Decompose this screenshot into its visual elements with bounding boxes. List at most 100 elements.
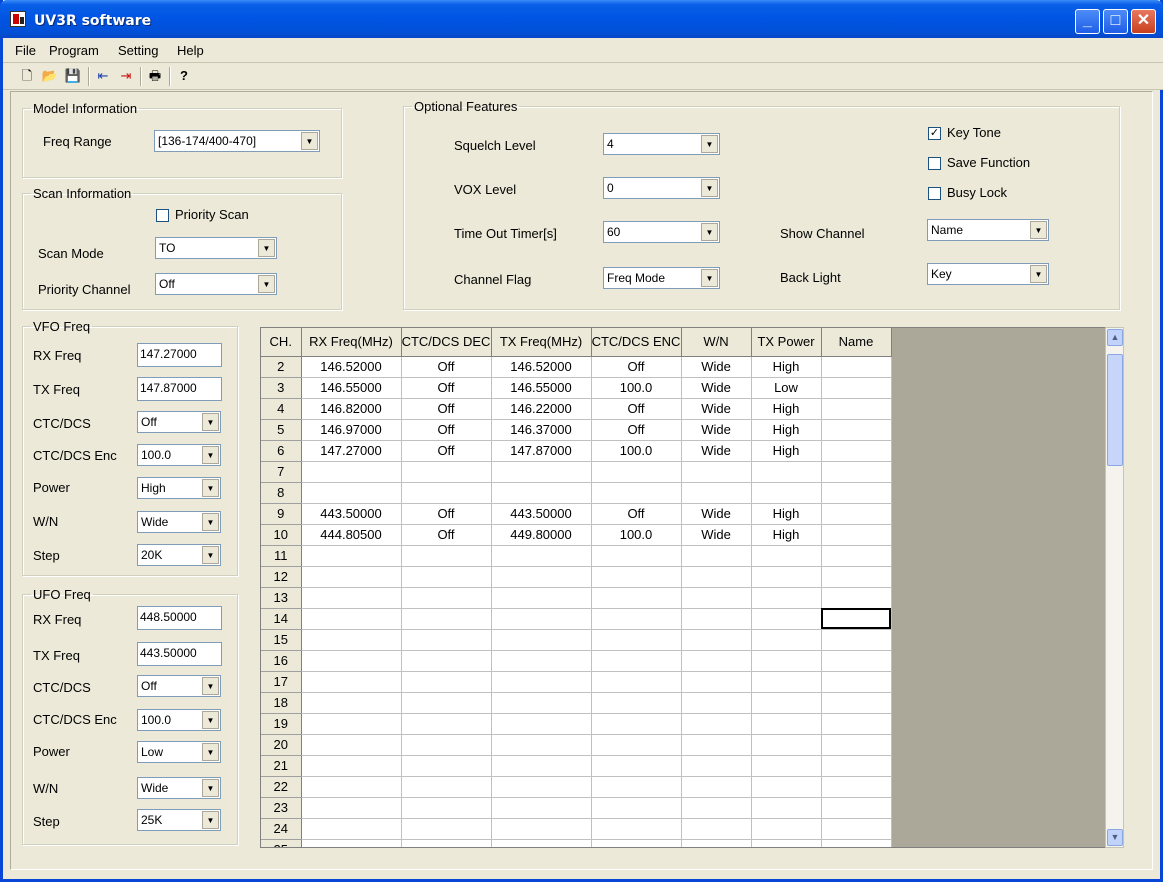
table-cell[interactable] [301,755,402,777]
table-cell[interactable] [491,650,592,672]
back-light-select[interactable]: Key ▼ [927,263,1049,285]
table-cell[interactable] [821,503,892,525]
table-cell[interactable] [821,839,892,847]
table-cell[interactable]: 443.50000 [301,503,402,525]
row-header-channel[interactable]: 24 [261,818,302,840]
close-button[interactable]: ✕ [1131,9,1156,34]
table-row[interactable]: 20 [261,734,892,756]
table-cell[interactable] [591,461,682,483]
row-header-channel[interactable]: 8 [261,482,302,504]
table-cell[interactable] [821,356,892,378]
table-cell[interactable] [681,692,752,714]
table-cell[interactable] [751,839,822,847]
scrollbar-thumb[interactable] [1107,354,1123,466]
save-icon[interactable]: 💾 [64,67,82,85]
table-cell[interactable]: 100.0 [591,524,682,546]
table-cell[interactable] [681,545,752,567]
ufo-power-select[interactable]: Low ▼ [137,741,221,763]
row-header-channel[interactable]: 12 [261,566,302,588]
chevron-down-icon[interactable]: ▼ [202,711,219,729]
table-cell[interactable] [751,818,822,840]
table-cell[interactable] [491,755,592,777]
write-to-radio-icon[interactable]: ⇥ [117,67,135,85]
table-cell[interactable] [591,629,682,651]
col-header-name[interactable]: Name [821,328,892,357]
row-header-channel[interactable]: 19 [261,713,302,735]
table-cell[interactable] [301,650,402,672]
table-cell[interactable] [591,776,682,798]
read-from-radio-icon[interactable]: ⇤ [94,67,112,85]
table-cell[interactable] [591,713,682,735]
table-cell[interactable] [821,566,892,588]
table-cell[interactable] [591,692,682,714]
table-cell[interactable] [681,461,752,483]
menu-help[interactable]: Help [177,43,204,58]
table-cell[interactable] [821,734,892,756]
table-cell[interactable] [491,818,592,840]
table-cell[interactable] [821,671,892,693]
chevron-down-icon[interactable]: ▼ [258,239,275,257]
table-cell[interactable]: High [751,524,822,546]
table-cell[interactable] [491,608,592,630]
table-cell[interactable]: Off [591,419,682,441]
table-cell[interactable] [591,650,682,672]
table-row[interactable]: 19 [261,713,892,735]
table-cell[interactable]: Wide [681,524,752,546]
chevron-down-icon[interactable]: ▼ [202,513,219,531]
row-header-channel[interactable]: 15 [261,629,302,651]
table-cell[interactable]: Low [751,377,822,399]
table-cell[interactable]: 147.27000 [301,440,402,462]
row-header-channel[interactable]: 10 [261,524,302,546]
table-row[interactable]: 7 [261,461,892,483]
key-tone-checkbox[interactable]: ✓ [928,127,941,140]
col-header-wn[interactable]: W/N [681,328,752,357]
table-cell[interactable] [821,776,892,798]
priority-channel-select[interactable]: Off ▼ [155,273,277,295]
table-cell[interactable] [821,440,892,462]
scan-mode-select[interactable]: TO ▼ [155,237,277,259]
table-cell[interactable]: Off [591,503,682,525]
table-cell[interactable] [491,545,592,567]
row-header-channel[interactable]: 9 [261,503,302,525]
table-cell[interactable] [681,629,752,651]
chevron-down-icon[interactable]: ▼ [202,546,219,564]
table-cell[interactable] [751,713,822,735]
table-cell[interactable] [591,671,682,693]
table-cell[interactable] [751,692,822,714]
table-row[interactable]: 15 [261,629,892,651]
chevron-down-icon[interactable]: ▼ [202,811,219,829]
table-row[interactable]: 23 [261,797,892,819]
col-header-ctcdcs-dec[interactable]: CTC/DCS DEC [401,328,492,357]
table-cell[interactable] [751,587,822,609]
chevron-down-icon[interactable]: ▼ [701,135,718,153]
squelch-level-select[interactable]: 4 ▼ [603,133,720,155]
table-cell[interactable] [681,587,752,609]
table-cell[interactable] [681,713,752,735]
table-cell[interactable] [301,818,402,840]
table-cell[interactable] [491,713,592,735]
table-cell[interactable] [301,776,402,798]
table-cell[interactable] [301,608,402,630]
col-header-tx-freq[interactable]: TX Freq(MHz) [491,328,592,357]
ufo-rx-freq-input[interactable]: 448.50000 [137,606,222,630]
table-cell[interactable] [821,377,892,399]
minimize-button[interactable]: _ [1075,9,1100,34]
table-cell[interactable]: 147.87000 [491,440,592,462]
table-cell[interactable] [681,839,752,847]
table-cell[interactable] [821,587,892,609]
row-header-channel[interactable]: 2 [261,356,302,378]
freq-range-select[interactable]: [136-174/400-470] ▼ [154,130,320,152]
scroll-up-icon[interactable]: ▲ [1107,329,1123,346]
table-cell[interactable] [751,608,822,630]
table-cell[interactable] [491,671,592,693]
table-cell[interactable] [591,797,682,819]
table-cell[interactable] [301,734,402,756]
row-header-channel[interactable]: 11 [261,545,302,567]
ufo-step-select[interactable]: 25K ▼ [137,809,221,831]
table-cell[interactable] [301,713,402,735]
vfo-step-select[interactable]: 20K ▼ [137,544,221,566]
table-cell[interactable] [821,629,892,651]
chevron-down-icon[interactable]: ▼ [202,677,219,695]
table-cell[interactable] [301,839,402,847]
table-row[interactable]: 10 444.80500 Off 449.80000 100.0 Wide High [261,524,892,546]
